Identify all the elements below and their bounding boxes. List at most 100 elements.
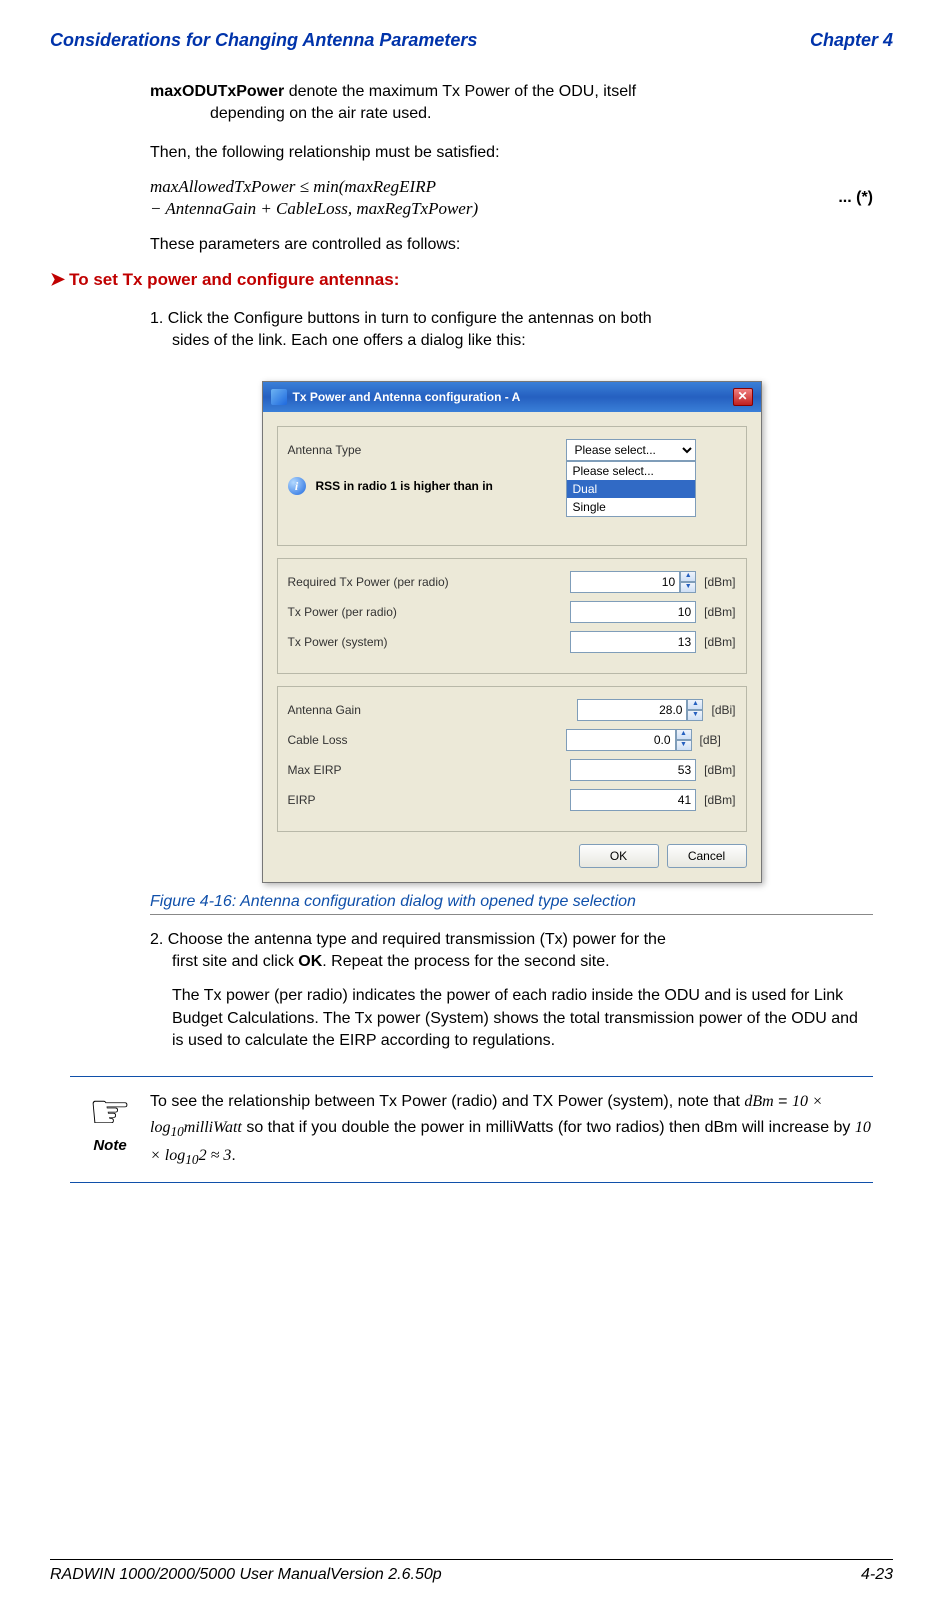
step2-line1: 2. Choose the antenna type and required …: [150, 931, 666, 948]
note-math1c: milliWatt: [184, 1119, 242, 1136]
tx-system-unit: [dBm]: [704, 635, 735, 649]
note-math2sub: 10: [185, 1152, 198, 1167]
spinner-down-icon[interactable]: ▼: [680, 582, 696, 593]
ant-gain-input[interactable]: [577, 699, 687, 721]
antenna-params-group: Antenna Gain ▲ ▼ [dBi] Cable Loss: [277, 686, 747, 832]
figure-caption: Figure 4-16: Antenna configuration dialo…: [150, 893, 873, 915]
cancel-button[interactable]: Cancel: [667, 844, 747, 868]
step2-part-b: first site and click: [172, 953, 298, 970]
tx-system-row: Tx Power (system) [dBm]: [288, 631, 736, 653]
antenna-type-dropdown[interactable]: Please select... Please select... Dual S…: [566, 439, 696, 461]
option-single[interactable]: Single: [567, 498, 695, 516]
option-please-select[interactable]: Please select...: [567, 462, 695, 480]
note-math1sub: 10: [170, 1124, 183, 1139]
ant-gain-label: Antenna Gain: [288, 703, 468, 717]
dialog-body: Antenna Type Please select... Please sel…: [263, 412, 761, 882]
dialog-screenshot: Tx Power and Antenna configuration - A ✕…: [150, 381, 873, 883]
spinner-up-icon[interactable]: ▲: [676, 729, 692, 740]
req-tx-row: Required Tx Power (per radio) ▲ ▼ [dBm]: [288, 571, 736, 593]
close-icon[interactable]: ✕: [733, 388, 753, 406]
cable-loss-input[interactable]: [566, 729, 676, 751]
formula-line2: − AntennaGain + CableLoss, maxRegTxPower…: [150, 199, 478, 218]
action-heading: ➤To set Tx power and configure antennas:: [50, 269, 873, 290]
req-tx-spinner[interactable]: ▲ ▼: [570, 571, 696, 593]
ok-button[interactable]: OK: [579, 844, 659, 868]
antenna-type-group: Antenna Type Please select... Please sel…: [277, 426, 747, 546]
dialog-titlebar: Tx Power and Antenna configuration - A ✕: [263, 382, 761, 412]
formula-marker: ... (*): [838, 189, 873, 207]
antenna-type-label: Antenna Type: [288, 443, 468, 457]
spinner-down-icon[interactable]: ▼: [676, 740, 692, 751]
spinner-buttons[interactable]: ▲ ▼: [676, 729, 692, 751]
term-maxodu: maxODUTxPower: [150, 83, 284, 100]
step2-paragraph: The Tx power (per radio) indicates the p…: [172, 985, 873, 1052]
tx-power-dialog: Tx Power and Antenna configuration - A ✕…: [262, 381, 762, 883]
tx-per-radio-input: [570, 601, 696, 623]
step-2: 2. Choose the antenna type and required …: [150, 929, 873, 974]
ant-gain-unit: [dBi]: [711, 703, 735, 717]
dialog-button-row: OK Cancel: [277, 844, 747, 868]
note-math1a: dBm: [744, 1093, 773, 1110]
max-eirp-row: Max EIRP [dBm]: [288, 759, 736, 781]
maxodu-desc-line2: depending on the air rate used.: [210, 103, 873, 125]
step1-line2: sides of the link. Each one offers a dia…: [172, 330, 873, 352]
req-tx-unit: [dBm]: [704, 575, 735, 589]
action-heading-text: To set Tx power and configure antennas:: [69, 270, 399, 289]
footer-left: RADWIN 1000/2000/5000 User ManualVersion…: [50, 1566, 442, 1584]
note-icon-column: ☞ Note: [70, 1089, 150, 1154]
formula-text: maxAllowedTxPower ≤ min(maxRegEIRP − Ant…: [150, 176, 808, 220]
params-controlled: These parameters are controlled as follo…: [150, 234, 873, 256]
page-footer: RADWIN 1000/2000/5000 User ManualVersion…: [50, 1559, 893, 1584]
note-label: Note: [70, 1137, 150, 1154]
cable-loss-unit: [dB]: [700, 733, 736, 747]
header-right: Chapter 4: [810, 30, 893, 51]
tx-per-radio-row: Tx Power (per radio) [dBm]: [288, 601, 736, 623]
max-eirp-unit: [dBm]: [704, 763, 735, 777]
page-header: Considerations for Changing Antenna Para…: [50, 30, 893, 51]
window-icon: [271, 389, 287, 405]
spinner-up-icon[interactable]: ▲: [680, 571, 696, 582]
main-content: maxODUTxPower denote the maximum Tx Powe…: [150, 81, 873, 1183]
spinner-buttons[interactable]: ▲ ▼: [687, 699, 703, 721]
hand-icon: ☞: [70, 1089, 150, 1137]
relationship-must: Then, the following relationship must be…: [150, 142, 873, 164]
cable-loss-spinner[interactable]: ▲ ▼: [566, 729, 692, 751]
footer-right: 4-23: [861, 1566, 893, 1584]
step-1: 1. Click the Configure buttons in turn t…: [150, 308, 873, 353]
rss-info-text: RSS in radio 1 is higher than in: [316, 479, 493, 493]
note-t1: To see the relationship between Tx Power…: [150, 1093, 744, 1110]
arrow-icon: ➤: [50, 269, 65, 289]
ant-gain-row: Antenna Gain ▲ ▼ [dBi]: [288, 699, 736, 721]
tx-system-label: Tx Power (system): [288, 635, 468, 649]
spinner-buttons[interactable]: ▲ ▼: [680, 571, 696, 593]
ant-gain-spinner[interactable]: ▲ ▼: [577, 699, 703, 721]
spinner-up-icon[interactable]: ▲: [687, 699, 703, 710]
dialog-title: Tx Power and Antenna configuration - A: [293, 390, 521, 404]
max-eirp-label: Max EIRP: [288, 763, 468, 777]
note-math2b: 2 ≈ 3: [199, 1147, 232, 1164]
maxodu-desc-line1: denote the maximum Tx Power of the ODU, …: [284, 83, 636, 100]
req-tx-label: Required Tx Power (per radio): [288, 575, 468, 589]
note-t3: .: [231, 1147, 235, 1164]
tx-per-radio-unit: [dBm]: [704, 605, 735, 619]
eirp-label: EIRP: [288, 793, 468, 807]
antenna-type-select[interactable]: Please select...: [566, 439, 696, 461]
formula-line1: maxAllowedTxPower ≤ min(maxRegEIRP: [150, 177, 436, 196]
formula-row: maxAllowedTxPower ≤ min(maxRegEIRP − Ant…: [150, 176, 873, 220]
antenna-type-row: Antenna Type Please select... Please sel…: [288, 439, 736, 461]
tx-system-input: [570, 631, 696, 653]
spinner-down-icon[interactable]: ▼: [687, 710, 703, 721]
step2-part-c: . Repeat the process for the second site…: [322, 953, 609, 970]
req-tx-input[interactable]: [570, 571, 680, 593]
header-left: Considerations for Changing Antenna Para…: [50, 30, 477, 51]
eirp-unit: [dBm]: [704, 793, 735, 807]
option-dual[interactable]: Dual: [567, 480, 695, 498]
note-t2: so that if you double the power in milli…: [242, 1119, 855, 1136]
step2-ok-bold: OK: [298, 953, 322, 970]
eirp-input: [570, 789, 696, 811]
tx-per-radio-label: Tx Power (per radio): [288, 605, 468, 619]
max-odu-definition: maxODUTxPower denote the maximum Tx Powe…: [150, 81, 873, 126]
antenna-type-options: Please select... Dual Single: [566, 461, 696, 517]
info-icon: i: [288, 477, 306, 495]
note-math1eq: =: [774, 1093, 792, 1110]
